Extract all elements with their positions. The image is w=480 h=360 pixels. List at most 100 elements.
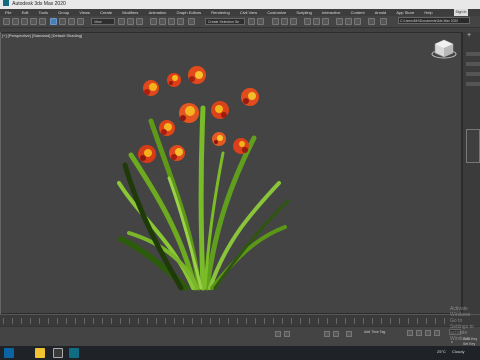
menu-graph-editors[interactable]: Graph Editors [176, 9, 201, 16]
flower-blossom [233, 138, 249, 154]
spinner-snap-icon[interactable] [177, 18, 184, 25]
modifier-stack-list[interactable] [466, 129, 480, 163]
window-titlebar: Autodesk 3ds Max 2020 [0, 0, 480, 9]
menu-edit[interactable]: Edit [22, 9, 29, 16]
lock-selection-icon[interactable] [275, 331, 281, 337]
link-icon[interactable] [21, 18, 28, 25]
menu-civil-view[interactable]: Civil View [240, 9, 257, 16]
isolate-selection-icon[interactable] [324, 331, 330, 337]
viewport-label[interactable]: [+] [Perspective] [Standard] [Default Sh… [2, 33, 82, 38]
material-editor-icon[interactable] [322, 18, 329, 25]
menu-modifiers[interactable]: Modifiers [122, 9, 138, 16]
align-icon[interactable] [257, 18, 264, 25]
chrome-icon[interactable] [53, 348, 63, 358]
toggle-ribbon-icon[interactable] [290, 18, 297, 25]
time-slider-bar[interactable] [0, 314, 480, 326]
flower-blossom [167, 73, 181, 87]
windows-taskbar: 25°C Cloudy [0, 346, 480, 360]
3ds-max-taskbar-icon[interactable] [69, 348, 79, 358]
menu-rendering[interactable]: Rendering [211, 9, 229, 16]
add-time-tag-label[interactable]: Add Time Tag [364, 330, 385, 334]
timeline-ruler [3, 318, 448, 324]
create-panel-icon[interactable]: + [467, 32, 471, 39]
menu-content[interactable]: Content [351, 9, 365, 16]
move-icon[interactable] [118, 18, 125, 25]
flower-blossom [211, 101, 229, 119]
render-setup-icon[interactable] [336, 18, 343, 25]
object-name-field[interactable] [466, 62, 480, 66]
schematic-view-icon[interactable] [313, 18, 320, 25]
redo-icon[interactable] [12, 18, 19, 25]
render-production-icon[interactable] [354, 18, 361, 25]
snaps-toggle-icon[interactable] [150, 18, 157, 25]
curve-editor-icon[interactable] [304, 18, 311, 25]
status-bar: Add Time Tag 0 Auto Key Set Key [0, 326, 480, 346]
menu-customize[interactable]: Customize [267, 9, 286, 16]
percent-snap-icon[interactable] [168, 18, 175, 25]
menu-create[interactable]: Create [100, 9, 112, 16]
flower-plant-model[interactable] [111, 63, 291, 308]
bind-icon[interactable] [39, 18, 46, 25]
menu-help[interactable]: Help [424, 9, 432, 16]
play-icon[interactable] [425, 330, 431, 336]
reference-coordinate-dropdown[interactable]: View [91, 18, 115, 25]
menu-group[interactable]: Group [58, 9, 69, 16]
angle-snap-icon[interactable] [159, 18, 166, 25]
weather-status[interactable]: Cloudy [452, 349, 464, 354]
modifier-list-dropdown[interactable] [466, 52, 480, 56]
select-object-icon[interactable] [50, 18, 57, 25]
selection-lock-icon[interactable] [333, 331, 339, 337]
activate-windows-watermark: Activate Windows Go to Settings to activ… [450, 306, 474, 342]
previous-frame-icon[interactable] [416, 330, 422, 336]
project-path-field[interactable]: C:\Users\MH\Documents\3ds Max 2020 [398, 17, 470, 24]
select-by-name-icon[interactable] [59, 18, 66, 25]
menu-file[interactable]: File [5, 9, 11, 16]
perspective-viewport[interactable]: [+] [Perspective] [Standard] [Default Sh… [0, 32, 462, 314]
mirror-icon[interactable] [248, 18, 255, 25]
object-color-swatch[interactable] [466, 72, 480, 76]
start-icon[interactable] [4, 348, 14, 358]
go-to-start-icon[interactable] [407, 330, 413, 336]
viewcube-icon[interactable] [431, 38, 457, 60]
open-a360-gallery-icon[interactable] [380, 18, 387, 25]
sign-in-button[interactable]: Sign In [454, 9, 468, 16]
undo-icon[interactable] [3, 18, 10, 25]
flower-blossom [179, 103, 199, 123]
flower-blossom [169, 145, 185, 161]
command-panel: + [462, 32, 480, 314]
flower-blossom [159, 120, 175, 136]
file-explorer-icon[interactable] [35, 348, 45, 358]
viewport-left-edge [0, 32, 1, 314]
rendered-frame-window-icon[interactable] [345, 18, 352, 25]
rotate-icon[interactable] [127, 18, 134, 25]
edit-named-selection-icon[interactable] [188, 18, 195, 25]
window-title: Autodesk 3ds Max 2020 [12, 1, 66, 7]
menu-interactive[interactable]: Interactive [322, 9, 340, 16]
menu-views[interactable]: Views [79, 9, 90, 16]
flower-blossom [188, 66, 206, 84]
pin-stack-icon[interactable] [466, 82, 480, 86]
flower-blossom [138, 145, 156, 163]
flower-blossom [241, 88, 259, 106]
layer-explorer-icon[interactable] [281, 18, 288, 25]
scale-icon[interactable] [136, 18, 143, 25]
render-in-cloud-icon[interactable] [368, 18, 375, 25]
flower-blossom [143, 80, 159, 96]
time-tag-icon[interactable] [346, 331, 352, 337]
app-logo-icon [3, 0, 9, 6]
menu-animation[interactable]: Animation [149, 9, 167, 16]
flower-blossom [212, 132, 226, 146]
unlink-icon[interactable] [30, 18, 37, 25]
region-select-icon[interactable] [68, 18, 75, 25]
named-selection-set-dropdown[interactable]: Create Selection Se [205, 18, 245, 25]
leaf-cluster [117, 105, 290, 291]
menu-arnold[interactable]: Arnold [375, 9, 387, 16]
scene-explorer-icon[interactable] [272, 18, 279, 25]
absolute-relative-toggle-icon[interactable] [284, 331, 290, 337]
menu-scripting[interactable]: Scripting [296, 9, 312, 16]
weather-temperature[interactable]: 25°C [437, 349, 446, 354]
menu-app-store[interactable]: App Store [396, 9, 414, 16]
menu-tools[interactable]: Tools [39, 9, 48, 16]
window-crossing-icon[interactable] [77, 18, 84, 25]
next-frame-icon[interactable] [434, 330, 440, 336]
